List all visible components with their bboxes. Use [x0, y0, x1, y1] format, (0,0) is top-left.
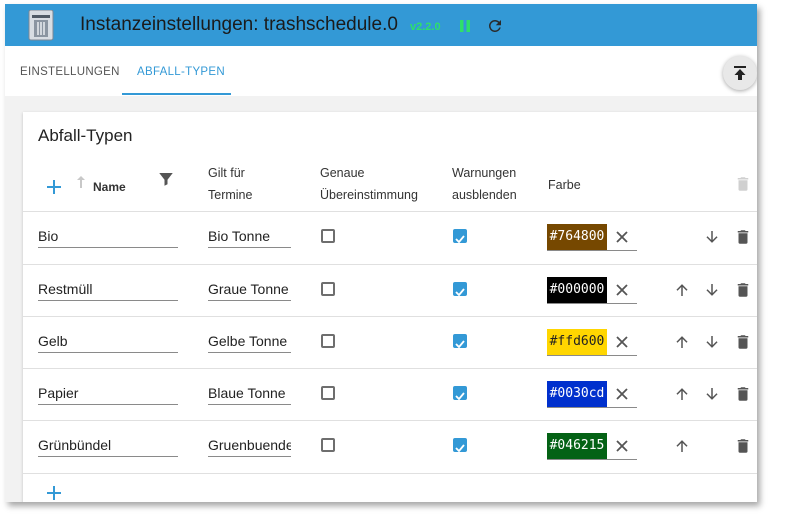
exact-match-checkbox[interactable]: [321, 438, 335, 452]
scroll-to-top-button[interactable]: [723, 56, 757, 90]
exact-match-checkbox[interactable]: [321, 282, 335, 296]
termin-input[interactable]: Graue Tonne: [208, 278, 291, 301]
header-gilt-line2: Termine: [208, 188, 253, 202]
delete-row-icon[interactable]: [734, 281, 752, 299]
termin-input[interactable]: Gruenbuende: [208, 434, 291, 457]
move-down-icon[interactable]: [703, 333, 721, 351]
exact-match-checkbox[interactable]: [321, 229, 335, 243]
delete-all-icon: [734, 175, 752, 193]
clear-color-icon[interactable]: [614, 229, 632, 247]
name-input[interactable]: Restmüll: [38, 278, 178, 301]
header-genau-line1: Genaue: [320, 166, 365, 180]
hide-warnings-checkbox[interactable]: [453, 438, 467, 453]
color-underline: [547, 250, 637, 251]
tab-bar: EINSTELLUNGEN ABFALL-TYPEN: [5, 46, 757, 96]
move-down-icon[interactable]: [703, 228, 721, 246]
move-down-icon[interactable]: [703, 281, 721, 299]
sort-arrow-icon[interactable]: [75, 174, 87, 192]
color-swatch[interactable]: #000000: [547, 277, 607, 303]
hide-warnings-checkbox[interactable]: [453, 386, 467, 401]
tab-abfall-typen[interactable]: ABFALL-TYPEN: [137, 66, 225, 78]
check-icon: [455, 392, 465, 401]
title-bar: Instanzeinstellungen: trashschedule.0 v2…: [5, 4, 757, 46]
header-name[interactable]: Name: [93, 176, 126, 198]
row-divider: [23, 368, 757, 369]
termin-input[interactable]: Bio Tonne: [208, 225, 291, 248]
check-icon: [455, 340, 465, 349]
hide-warnings-checkbox[interactable]: [453, 282, 467, 297]
row-divider: [23, 420, 757, 421]
color-underline: [547, 407, 637, 408]
app-trash-icon: [28, 9, 58, 42]
delete-row-icon[interactable]: [734, 333, 752, 351]
name-input[interactable]: Bio: [38, 225, 178, 248]
reload-icon[interactable]: [486, 17, 504, 35]
check-icon: [455, 444, 465, 453]
name-input[interactable]: Grünbündel: [38, 434, 178, 457]
row-divider: [23, 211, 757, 212]
move-up-icon[interactable]: [673, 281, 691, 299]
header-gilt-line1: Gilt für: [208, 166, 245, 180]
add-row-bottom-icon[interactable]: [45, 484, 63, 502]
exact-match-checkbox[interactable]: [321, 386, 335, 400]
delete-row-icon[interactable]: [734, 385, 752, 403]
color-swatch[interactable]: #0030cd: [547, 381, 607, 407]
tab-einstellungen[interactable]: EINSTELLUNGEN: [20, 66, 120, 78]
move-up-icon[interactable]: [673, 385, 691, 403]
hide-warnings-checkbox[interactable]: [453, 334, 467, 349]
card-title: Abfall-Typen: [38, 126, 133, 145]
move-down-icon[interactable]: [703, 385, 721, 403]
move-up-icon[interactable]: [673, 333, 691, 351]
move-up-icon[interactable]: [673, 437, 691, 455]
delete-row-icon[interactable]: [734, 228, 752, 246]
pause-icon[interactable]: [458, 19, 472, 33]
header-farbe: Farbe: [548, 178, 581, 192]
termin-input[interactable]: Blaue Tonne: [208, 382, 291, 405]
exact-match-checkbox[interactable]: [321, 334, 335, 348]
add-row-icon[interactable]: [45, 178, 63, 196]
header-warn-line2: ausblenden: [452, 188, 517, 202]
settings-window: Instanzeinstellungen: trashschedule.0 v2…: [5, 4, 757, 502]
header-genau-line2: Übereinstimmung: [320, 188, 418, 202]
clear-color-icon[interactable]: [614, 438, 632, 456]
check-icon: [455, 235, 465, 244]
check-icon: [455, 288, 465, 297]
color-swatch[interactable]: #ffd600: [547, 329, 607, 355]
waste-types-card: Abfall-Typen Name Gilt für Termine Genau…: [23, 112, 757, 502]
row-divider: [23, 264, 757, 265]
filter-icon[interactable]: [157, 170, 175, 188]
version-label: v2.2.0: [410, 21, 441, 33]
delete-row-icon[interactable]: [734, 437, 752, 455]
name-input[interactable]: Gelb: [38, 330, 178, 353]
upload-icon: [734, 66, 746, 80]
header-warn-line1: Warnungen: [452, 166, 517, 180]
color-swatch[interactable]: #764800: [547, 224, 607, 250]
row-divider: [23, 473, 757, 474]
color-underline: [547, 459, 637, 460]
clear-color-icon[interactable]: [614, 386, 632, 404]
color-underline: [547, 303, 637, 304]
active-tab-indicator: [122, 93, 231, 95]
name-input[interactable]: Papier: [38, 382, 178, 405]
hide-warnings-checkbox[interactable]: [453, 229, 467, 244]
clear-color-icon[interactable]: [614, 334, 632, 352]
clear-color-icon[interactable]: [614, 282, 632, 300]
color-swatch[interactable]: #046215: [547, 433, 607, 459]
termin-input[interactable]: Gelbe Tonne: [208, 330, 291, 353]
row-divider: [23, 316, 757, 317]
color-underline: [547, 355, 637, 356]
window-title: Instanzeinstellungen: trashschedule.0: [80, 14, 398, 35]
